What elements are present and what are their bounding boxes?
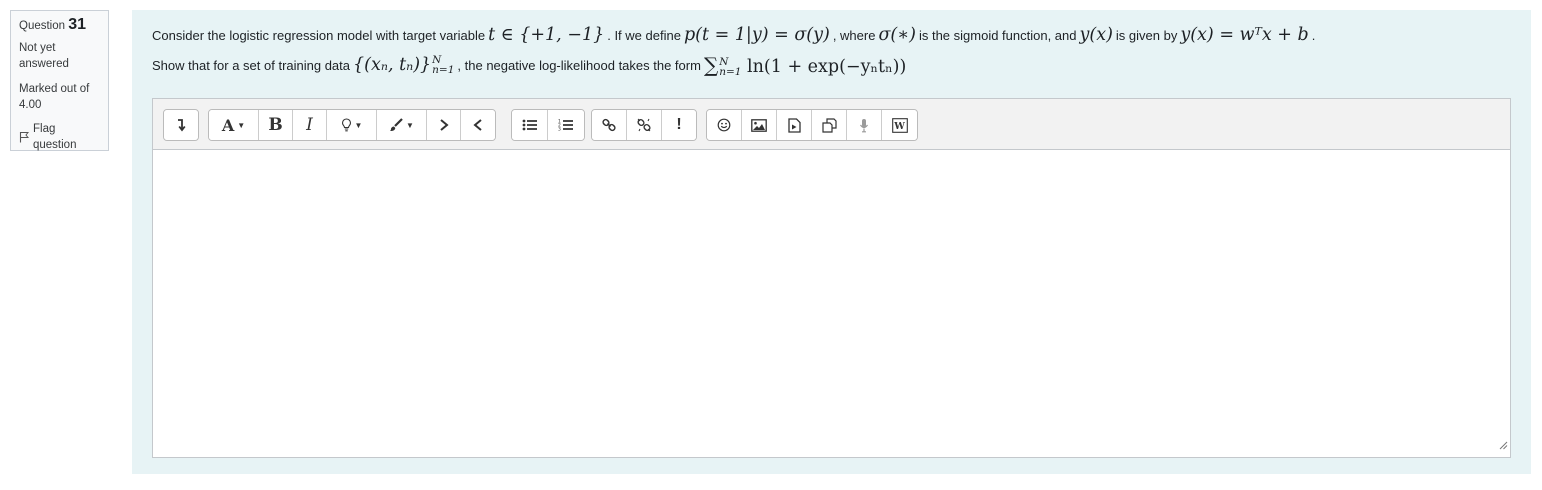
- show-more-button[interactable]: [164, 110, 198, 140]
- resize-handle-icon[interactable]: [1499, 437, 1508, 455]
- qtext-1-2: . If we define: [607, 27, 681, 43]
- math-linear-model: y(x) = wᵀx + b: [1180, 25, 1309, 45]
- toolbar-group-style: A ▼ B I ▼ ▼: [208, 109, 496, 141]
- indent-icon: [439, 118, 449, 132]
- emoji-icon: [717, 118, 731, 132]
- link-icon: [602, 118, 616, 132]
- unlink-icon: [637, 118, 651, 132]
- outdent-icon: [473, 118, 483, 132]
- paint-brush-icon: [389, 118, 403, 132]
- question-label: Question: [19, 20, 66, 32]
- math-sigmoid: σ(∗): [878, 25, 916, 45]
- flag-question-link[interactable]: Flag question: [19, 121, 100, 153]
- math-nll: ∑ Nn=1 ln(1 + exp(−yₙtₙ)): [704, 53, 906, 78]
- media-button[interactable]: [777, 110, 812, 140]
- indent-button[interactable]: [427, 110, 461, 140]
- math-training-set-body: {(xₙ, tₙ)}: [353, 54, 432, 75]
- bulb-icon: [341, 118, 352, 132]
- media-icon: [787, 117, 801, 133]
- svg-text:W: W: [893, 121, 905, 132]
- question-state: Not yet answered: [19, 42, 69, 70]
- chevron-down-icon: ▼: [406, 120, 414, 130]
- italic-icon: I: [306, 115, 313, 135]
- math-training-set: {(xₙ, tₙ)} Nn=1: [353, 55, 454, 76]
- qtext-2-1: Show that for a set of training data: [152, 57, 351, 73]
- math-target-variable: t ∈ {+1, −1}: [488, 25, 605, 45]
- toolbar-group-more: [163, 109, 199, 141]
- qtext-1-6: .: [1311, 27, 1316, 43]
- toolbar-group-media: W: [706, 109, 918, 141]
- qtext-1-3: , where: [832, 27, 876, 43]
- numbered-list-button[interactable]: 1 2 3: [548, 110, 584, 140]
- toolbar-group-lists: 1 2 3: [511, 109, 585, 141]
- qtext-1-4: is the sigmoid function, and: [918, 27, 1077, 43]
- outdent-button[interactable]: [461, 110, 495, 140]
- show-more-icon: [175, 118, 187, 132]
- word-paste-button[interactable]: W: [882, 110, 917, 140]
- math-nll-body: ln(1 + exp(−yₙtₙ)): [747, 56, 907, 77]
- question-number: 31: [68, 16, 87, 33]
- question-grade: Marked out of 4.00: [19, 83, 90, 111]
- numbered-list-icon: 1 2 3: [558, 118, 574, 132]
- flag-label: Flag question: [33, 123, 77, 151]
- question-info: Question 31 Not yet answered Marked out …: [10, 10, 109, 151]
- chevron-down-icon: ▼: [354, 120, 363, 130]
- font-color-icon: A: [221, 115, 235, 135]
- answer-textarea[interactable]: [153, 150, 1510, 457]
- math-training-set-sub: n=1: [432, 64, 455, 77]
- bold-icon: B: [268, 115, 283, 135]
- math-y-of-x: y(x): [1079, 25, 1113, 45]
- image-button[interactable]: [742, 110, 777, 140]
- question-content: Consider the logistic regression model w…: [132, 10, 1531, 474]
- bullet-list-icon: [522, 118, 538, 132]
- link-button[interactable]: [592, 110, 627, 140]
- math-probability: p(t = 1|y) = σ(y): [683, 25, 830, 45]
- math-sum-limits: Nn=1: [719, 57, 742, 79]
- answer-editor: A ▼ B I ▼ ▼ 1 2 3 ! W: [152, 98, 1511, 458]
- record-audio-button[interactable]: [847, 110, 882, 140]
- bulb-button[interactable]: ▼: [327, 110, 377, 140]
- record-audio-icon: [859, 118, 869, 133]
- exclamation-button[interactable]: !: [662, 110, 696, 140]
- question-text: Consider the logistic regression model w…: [152, 20, 1512, 80]
- bold-button[interactable]: B: [259, 110, 293, 140]
- font-color-button[interactable]: A ▼: [209, 110, 259, 140]
- editor-toolbar: A ▼ B I ▼ ▼ 1 2 3 ! W: [153, 99, 1510, 150]
- manage-files-icon: [821, 117, 837, 133]
- unlink-button[interactable]: [627, 110, 662, 140]
- emoji-button[interactable]: [707, 110, 742, 140]
- exclamation-icon: !: [676, 116, 682, 133]
- bullet-list-button[interactable]: [512, 110, 548, 140]
- manage-files-button[interactable]: [812, 110, 847, 140]
- question-number-row: Question 31: [19, 17, 100, 34]
- paint-brush-button[interactable]: ▼: [377, 110, 427, 140]
- question-line-2: Show that for a set of training data {(x…: [152, 50, 1512, 80]
- qtext-2-2: , the negative log-likelihood takes the …: [457, 57, 701, 73]
- toolbar-group-links: !: [591, 109, 697, 141]
- qtext-1-1: Consider the logistic regression model w…: [152, 27, 486, 43]
- math-sum-symbol: ∑: [703, 52, 719, 77]
- word-paste-icon: W: [891, 117, 908, 133]
- image-icon: [751, 118, 767, 132]
- flag-icon: [19, 131, 29, 143]
- question-line-1: Consider the logistic regression model w…: [152, 20, 1512, 50]
- math-sum-sub: n=1: [719, 66, 742, 79]
- qtext-1-5: is given by: [1115, 27, 1178, 43]
- math-training-set-limits: Nn=1: [432, 55, 455, 77]
- chevron-down-icon: ▼: [237, 120, 246, 130]
- italic-button[interactable]: I: [293, 110, 327, 140]
- svg-text:3: 3: [558, 127, 561, 133]
